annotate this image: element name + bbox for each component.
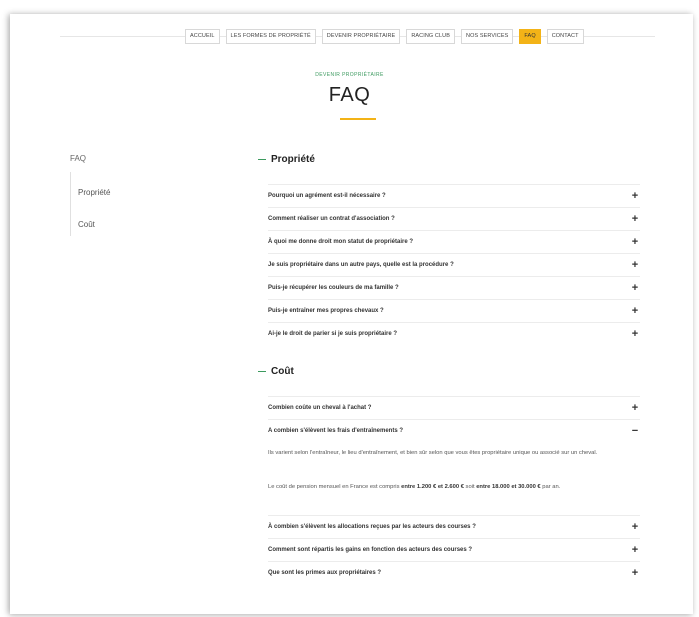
faq-question: Comment sont répartis les gains en fonct… [268, 546, 473, 553]
faq-item[interactable]: Pourquoi un agrément est-il nécessaire ?… [268, 184, 640, 206]
plus-icon[interactable]: + [630, 328, 640, 339]
nav-item-nos-services[interactable]: NOS SERVICES [461, 29, 514, 44]
nav-item-racing-club[interactable]: RACING CLUB [406, 29, 456, 44]
faq-item[interactable]: Je suis propriétaire dans un autre pays,… [268, 253, 640, 275]
faq-answer-paragraph: Ils varient selon l'entraîneur, le lieu … [268, 450, 598, 456]
page-eyebrow: DEVENIR PROPRIÉTAIRE [315, 72, 384, 78]
plus-icon[interactable]: + [630, 213, 640, 224]
section-heading-cout: Coût [258, 366, 294, 377]
faq-question: A combien s'élèvent les frais d'entraîne… [268, 427, 404, 434]
plus-icon[interactable]: + [630, 567, 640, 578]
faq-question: Je suis propriétaire dans un autre pays,… [268, 261, 454, 268]
nav-item-devenir-proprietaire[interactable]: DEVENIR PROPRIÉTAIRE [321, 29, 401, 44]
faq-question: Puis-je récupérer les couleurs de ma fam… [268, 284, 399, 291]
plus-icon[interactable]: + [630, 190, 640, 201]
dash-icon [258, 158, 266, 161]
nav-item-formes-propriete[interactable]: LES FORMES DE PROPRIÉTÉ [225, 29, 316, 44]
page-title: FAQ [328, 84, 371, 106]
main-nav: ACCUEIL LES FORMES DE PROPRIÉTÉ DEVENIR … [185, 29, 584, 44]
faq-item[interactable]: Puis-je récupérer les couleurs de ma fam… [268, 276, 640, 298]
faq-item[interactable]: À combien s'élèvent les allocations reçu… [268, 515, 640, 537]
sidebar-item-cout[interactable]: Coût [78, 220, 95, 229]
section-heading-propriete: Propriété [258, 154, 315, 165]
faq-question: Que sont les primes aux propriétaires ? [268, 569, 382, 576]
faq-item[interactable]: Combien coûte un cheval à l'achat ? + [268, 396, 640, 418]
plus-icon[interactable]: + [630, 521, 640, 532]
nav-item-contact[interactable]: CONTACT [546, 29, 584, 44]
plus-icon[interactable]: + [630, 282, 640, 293]
plus-icon[interactable]: + [630, 544, 640, 555]
sidebar-item-faq[interactable]: FAQ [70, 154, 86, 163]
faq-item[interactable]: Comment réaliser un contrat d'associatio… [268, 207, 640, 229]
plus-icon[interactable]: + [630, 402, 640, 413]
sidebar-subnav [70, 172, 71, 236]
sidebar-item-propriete[interactable]: Propriété [78, 188, 110, 197]
faq-item-expanded[interactable]: A combien s'élèvent les frais d'entraîne… [268, 419, 640, 441]
plus-icon[interactable]: + [630, 259, 640, 270]
faq-question: Puis-je entraîner mes propres chevaux ? [268, 307, 384, 314]
dash-icon [258, 370, 266, 373]
faq-question: À combien s'élèvent les allocations reçu… [268, 523, 476, 530]
faq-question: Ai-je le droit de parier si je suis prop… [268, 330, 398, 337]
minus-icon[interactable]: − [630, 425, 640, 436]
plus-icon[interactable]: + [630, 236, 640, 247]
plus-icon[interactable]: + [630, 305, 640, 316]
faq-item[interactable]: Puis-je entraîner mes propres chevaux ? … [268, 299, 640, 321]
nav-item-accueil[interactable]: ACCUEIL [185, 29, 220, 44]
section-title: Coût [271, 366, 294, 377]
faq-item[interactable]: Ai-je le droit de parier si je suis prop… [268, 322, 640, 344]
faq-question: À quoi me donne droit mon statut de prop… [268, 238, 414, 245]
faq-item[interactable]: Que sont les primes aux propriétaires ? … [268, 561, 640, 583]
nav-item-faq[interactable]: FAQ [519, 29, 541, 44]
section-title: Propriété [271, 154, 315, 165]
title-underline [340, 118, 376, 120]
faq-item[interactable]: Comment sont répartis les gains en fonct… [268, 538, 640, 560]
faq-question: Combien coûte un cheval à l'achat ? [268, 404, 372, 411]
faq-item[interactable]: À quoi me donne droit mon statut de prop… [268, 230, 640, 252]
faq-question: Pourquoi un agrément est-il nécessaire ? [268, 192, 386, 199]
faq-question: Comment réaliser un contrat d'associatio… [268, 215, 395, 222]
faq-answer-paragraph: Le coût de pension mensuel en France est… [268, 484, 561, 490]
